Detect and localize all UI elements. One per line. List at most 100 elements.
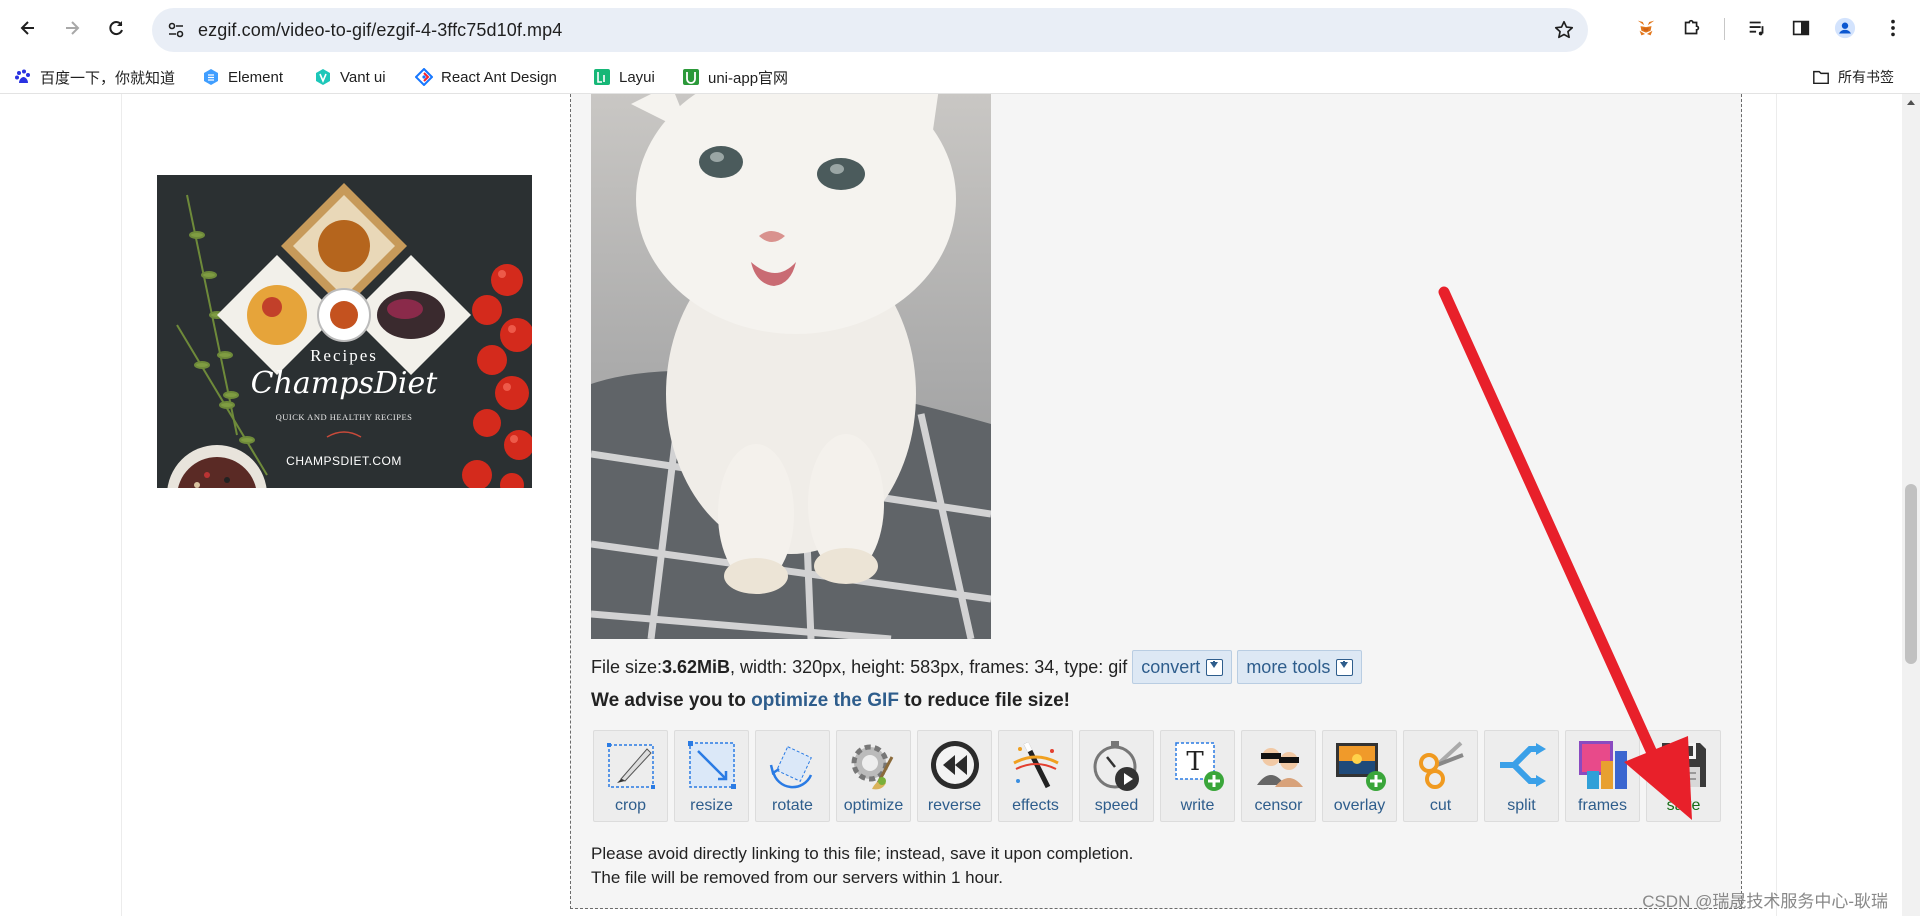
resize-tool-button[interactable]: resize [674,730,749,822]
arrow-left-icon [20,21,34,35]
page-border-left [121,94,122,916]
crop-tool-button[interactable]: crop [593,730,668,822]
profile-avatar-icon[interactable] [1830,13,1860,43]
arrow-right-icon [66,21,80,35]
back-button[interactable] [12,12,44,44]
metamask-extension-icon[interactable] [1631,13,1661,43]
site-info-icon[interactable] [164,18,188,42]
extensions-puzzle-icon[interactable] [1677,13,1707,43]
more-tools-button[interactable]: more tools [1237,650,1363,684]
forward-button[interactable] [56,12,88,44]
bookmark-label: Layui [619,68,655,86]
advice-prefix: We advise you to [591,690,752,711]
tool-label: speed [1094,797,1139,814]
gif-preview-image[interactable] [591,94,991,639]
frames-tool-button[interactable]: frames [1565,730,1640,822]
optimize-tool-button[interactable]: optimize [836,730,911,822]
rotate-tool-button[interactable]: rotate [755,730,830,822]
bookmark-vant[interactable]: Vant ui [314,65,386,89]
speed-tool-button[interactable]: speed [1079,730,1154,822]
split-tool-button[interactable]: split [1484,730,1559,822]
tool-label: cut [1429,797,1452,814]
browser-menu-icon[interactable] [1878,13,1908,43]
tool-label: overlay [1333,797,1386,814]
rotate-icon [769,746,812,789]
bookmark-star-icon[interactable] [1550,16,1578,44]
all-bookmarks-folder[interactable]: 所有书签 [1812,65,1894,89]
bookmark-label: uni-app官网 [708,69,789,87]
kitten-gif-artwork [591,94,991,639]
browser-toolbar: ezgif.com/video-to-gif/ezgif-4-3ffc75d10… [0,0,1920,60]
more-tools-label: more tools [1246,656,1331,677]
notice-line-1: Please avoid directly linking to this fi… [591,844,1134,863]
write-icon: T [1174,742,1224,791]
censor-tool-button[interactable]: censor [1241,730,1316,822]
bookmark-uni-app[interactable]: uni-app官网 [682,65,788,89]
all-bookmarks-label: 所有书签 [1838,69,1894,85]
cut-tool-button[interactable]: cut [1403,730,1478,822]
crop-icon [606,743,655,789]
notice-line-2: The file will be removed from our server… [591,868,1003,887]
advice-suffix: to reduce file size! [898,690,1070,711]
effects-icon [1012,741,1059,789]
baidu-icon [14,68,32,86]
file-info-details: , width: 320px, height: 583px, frames: 3… [730,656,1128,677]
optimize-gif-link[interactable]: optimize the GIF [751,690,899,711]
dropdown-arrow-icon [1206,658,1224,676]
ad-tagline: QUICK AND HEALTHY RECIPES [276,412,413,422]
file-info: File size: 3.62MiB , width: 320px, heigh… [591,650,1363,684]
folder-icon [1812,68,1830,86]
save-icon [1661,743,1706,787]
write-tool-button[interactable]: T write [1160,730,1235,822]
bookmark-react-ant-design[interactable]: React Ant Design [415,65,557,89]
vant-icon [314,68,332,86]
censor-icon [1256,748,1303,787]
side-panel-icon[interactable] [1786,13,1816,43]
save-tool-button[interactable]: save [1646,730,1721,822]
tool-label: split [1507,797,1536,814]
page-scrollbar[interactable] [1902,94,1920,916]
bookmark-label: React Ant Design [441,68,557,86]
convert-button[interactable]: convert [1132,650,1233,684]
tool-buttons-row: crop resize rotate optimize reverse effe… [593,730,1727,822]
antd-icon [415,68,433,86]
overlay-icon [1335,743,1386,791]
ad-brand-line1: Recipes [310,346,378,365]
overlay-tool-button[interactable]: overlay [1322,730,1397,822]
tool-label: write [1180,797,1215,814]
recipes-ad-banner[interactable]: Recipes ChampsDiet QUICK AND HEALTHY REC… [157,175,532,488]
svg-text:T: T [1186,747,1204,777]
toolbar-separator [1724,18,1725,40]
ad-site: CHAMPSDIET.COM [286,454,402,468]
bookmark-layui[interactable]: Layui [593,65,655,89]
effects-tool-button[interactable]: effects [998,730,1073,822]
reload-button[interactable] [100,12,132,44]
file-notice: Please avoid directly linking to this fi… [591,842,1133,890]
tool-label: crop [614,797,647,814]
layui-icon [593,68,611,86]
optimize-icon [851,744,893,790]
tool-label: reverse [927,797,982,814]
bookmark-element[interactable]: Element [202,65,283,89]
tool-label: effects [1012,797,1059,814]
convert-label: convert [1141,656,1201,677]
reverse-tool-button[interactable]: reverse [917,730,992,822]
tool-label: censor [1254,797,1303,814]
resize-icon [687,741,736,789]
tool-label: resize [690,797,733,814]
uniapp-icon [682,68,700,86]
reload-icon [109,21,123,36]
address-bar[interactable]: ezgif.com/video-to-gif/ezgif-4-3ffc75d10… [152,8,1588,52]
cut-icon [1418,741,1464,789]
media-controls-icon[interactable] [1742,13,1772,43]
scroll-up-arrow-icon[interactable] [1902,98,1920,112]
scrollbar-thumb[interactable] [1905,484,1917,664]
dropdown-arrow-icon [1336,658,1354,676]
element-icon [202,68,220,86]
tool-label: frames [1578,797,1627,814]
tool-label: rotate [772,797,813,814]
url-text[interactable]: ezgif.com/video-to-gif/ezgif-4-3ffc75d10… [198,20,562,41]
split-icon [1499,743,1546,787]
optimize-advice: We advise you to optimize the GIF to red… [591,690,1070,712]
bookmark-baidu[interactable]: 百度一下，你就知道 [14,65,175,89]
